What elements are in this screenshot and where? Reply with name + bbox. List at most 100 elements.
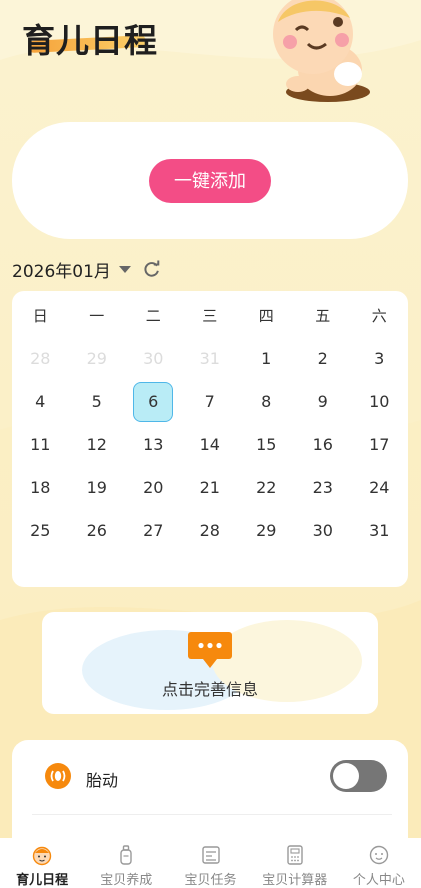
calendar-day-number: 31 (369, 521, 390, 540)
one-click-add-button[interactable]: 一键添加 (149, 159, 271, 203)
calendar-day-number: 9 (317, 392, 328, 411)
calculator-icon (287, 845, 303, 865)
calendar: 日一二三四五六 28 29 30 31 1 2 3 4 5 6 7 8 9 10 11 12 13 14 15 16 17… (12, 291, 408, 587)
calendar-day-number: 5 (91, 392, 102, 411)
calendar-day[interactable]: 14 (182, 423, 239, 466)
caret-down-icon[interactable] (118, 265, 131, 273)
calendar-day[interactable]: 21 (182, 466, 239, 509)
tab-baby-calculator[interactable]: 宝贝计算器 (253, 838, 337, 888)
chat-bubble-icon (188, 632, 232, 668)
calendar-day[interactable]: 19 (69, 466, 126, 509)
calendar-day-number: 14 (199, 435, 220, 454)
calendar-day-number: 13 (143, 435, 164, 454)
complete-info-card[interactable]: 点击完善信息 (42, 612, 378, 714)
weekday-header-row: 日一二三四五六 (12, 293, 408, 337)
calendar-day-number: 15 (256, 435, 277, 454)
tab-baby-tasks[interactable]: 宝贝任务 (168, 838, 252, 888)
refresh-icon[interactable] (143, 260, 161, 278)
calendar-day[interactable]: 8 (238, 380, 295, 423)
calendar-day[interactable]: 5 (69, 380, 126, 423)
calendar-day-number: 26 (86, 521, 107, 540)
calendar-day[interactable]: 28 (12, 337, 69, 380)
fetal-movement-toggle[interactable] (330, 760, 387, 792)
calendar-day-number: 30 (312, 521, 333, 540)
calendar-day[interactable]: 27 (125, 509, 182, 552)
calendar-day-number: 28 (199, 521, 220, 540)
calendar-day-number: 19 (86, 478, 107, 497)
calendar-day[interactable]: 28 (182, 509, 239, 552)
calendar-day-number: 7 (204, 392, 215, 411)
toggle-knob[interactable] (333, 763, 359, 789)
bottle-icon (120, 845, 132, 865)
calendar-day[interactable]: 13 (125, 423, 182, 466)
calendar-week-row: 18 19 20 21 22 23 24 (12, 466, 408, 509)
bottom-tab-bar: 育儿日程 宝贝养成 宝贝任务 宝贝计算器 个人中心 (0, 838, 421, 888)
calendar-day-number: 2 (317, 349, 328, 368)
calendar-day-number: 18 (30, 478, 51, 497)
calendar-day[interactable]: 25 (12, 509, 69, 552)
calendar-day-number: 8 (261, 392, 272, 411)
calendar-day[interactable]: 29 (238, 509, 295, 552)
calendar-day-number: 30 (143, 349, 164, 368)
calendar-day[interactable]: 29 (69, 337, 126, 380)
calendar-day[interactable]: 30 (295, 509, 352, 552)
calendar-week-row: 25 26 27 28 29 30 31 (12, 509, 408, 552)
page-title: 育儿日程 (22, 21, 158, 60)
calendar-day-number: 27 (143, 521, 164, 540)
tab-label: 宝贝养成 (100, 873, 153, 888)
calendar-day[interactable]: 23 (295, 466, 352, 509)
calendar-day-selected[interactable]: 6 (125, 380, 182, 423)
calendar-day-number: 29 (86, 349, 107, 368)
calendar-day-number: 20 (143, 478, 164, 497)
calendar-grid: 日一二三四五六 28 29 30 31 1 2 3 4 5 6 7 8 9 10 11 12 13 14 15 16 17… (12, 291, 408, 552)
fetal-movement-label: 胎动 (86, 771, 119, 790)
calendar-day-number: 17 (369, 435, 390, 454)
calendar-day[interactable]: 16 (295, 423, 352, 466)
calendar-day[interactable]: 3 (351, 337, 408, 380)
month-selector[interactable]: 2026年01月 (12, 257, 161, 282)
calendar-day[interactable]: 22 (238, 466, 295, 509)
calendar-day-number: 23 (312, 478, 333, 497)
calendar-day[interactable]: 10 (351, 380, 408, 423)
baby-face-icon (32, 846, 52, 866)
weekday-label: 三 (202, 306, 218, 325)
calendar-day-number: 22 (256, 478, 277, 497)
calendar-week-row: 28 29 30 31 1 2 3 (12, 337, 408, 380)
calendar-week-row: 4 5 6 7 8 9 10 (12, 380, 408, 423)
weekday-label: 五 (315, 306, 331, 325)
tab-baby-growth[interactable]: 宝贝养成 (84, 838, 168, 888)
month-label[interactable]: 2026年01月 (12, 257, 111, 282)
calendar-day[interactable]: 17 (351, 423, 408, 466)
calendar-day-number: 6 (133, 381, 174, 422)
tab-profile[interactable]: 个人中心 (337, 838, 421, 888)
calendar-day[interactable]: 15 (238, 423, 295, 466)
calendar-day[interactable]: 24 (351, 466, 408, 509)
calendar-week-row: 11 12 13 14 15 16 17 (12, 423, 408, 466)
calendar-day[interactable]: 31 (182, 337, 239, 380)
calendar-day[interactable]: 31 (351, 509, 408, 552)
tab-label: 育儿日程 (16, 873, 69, 888)
tab-label: 宝贝计算器 (262, 873, 328, 888)
calendar-day[interactable]: 20 (125, 466, 182, 509)
weekday-label: 一 (89, 306, 105, 325)
calendar-day[interactable]: 11 (12, 423, 69, 466)
baby-mascot-illustration (273, 0, 370, 102)
weekday-label: 二 (145, 306, 161, 325)
calendar-day-number: 24 (369, 478, 390, 497)
calendar-day[interactable]: 2 (295, 337, 352, 380)
calendar-day[interactable]: 4 (12, 380, 69, 423)
weekday-label: 四 (258, 306, 274, 325)
calendar-day[interactable]: 7 (182, 380, 239, 423)
calendar-day-number: 11 (30, 435, 51, 454)
calendar-day[interactable]: 1 (238, 337, 295, 380)
calendar-day-number: 25 (30, 521, 51, 540)
calendar-day-number: 31 (199, 349, 220, 368)
smiley-icon (369, 845, 389, 865)
calendar-day[interactable]: 9 (295, 380, 352, 423)
calendar-day-number: 16 (312, 435, 333, 454)
calendar-day[interactable]: 12 (69, 423, 126, 466)
calendar-day[interactable]: 26 (69, 509, 126, 552)
calendar-day[interactable]: 30 (125, 337, 182, 380)
calendar-day[interactable]: 18 (12, 466, 69, 509)
tab-parenting-schedule[interactable]: 育儿日程 (0, 838, 84, 888)
